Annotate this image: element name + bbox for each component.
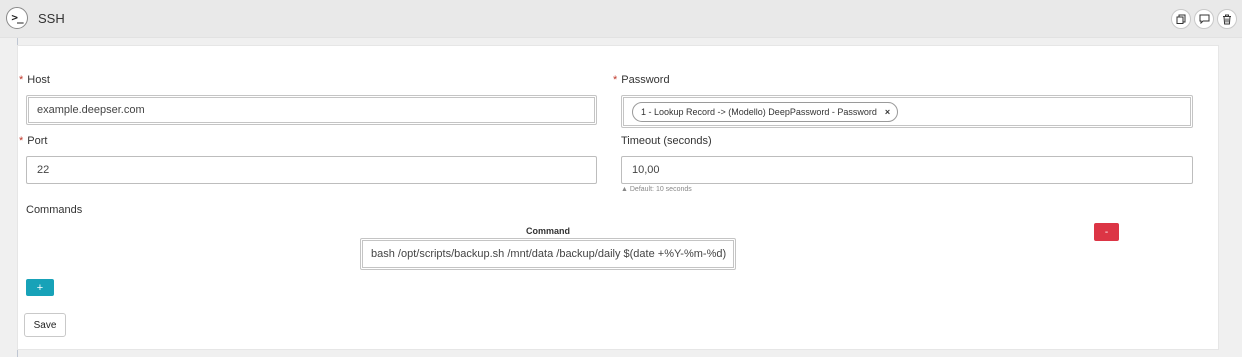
password-lookup-field[interactable]: 1 - Lookup Record -> (Modello) DeepPassw…: [621, 95, 1193, 128]
add-command-button[interactable]: +: [26, 279, 54, 296]
comment-icon: [1199, 14, 1209, 24]
host-value: example.deepser.com: [37, 104, 145, 116]
terminal-icon: >_: [6, 7, 28, 29]
password-label: * Password: [613, 74, 670, 86]
copy-icon: [1176, 14, 1186, 24]
page-title: SSH: [38, 11, 65, 26]
copy-button[interactable]: [1171, 9, 1191, 29]
port-label: * Port: [19, 135, 48, 147]
save-button[interactable]: Save: [24, 313, 66, 337]
port-input[interactable]: 22: [26, 156, 597, 184]
chip-label: 1 - Lookup Record -> (Modello) DeepPassw…: [641, 106, 877, 117]
port-value: 22: [37, 164, 50, 176]
host-label: * Host: [19, 74, 50, 86]
timeout-label: Timeout (seconds): [621, 135, 712, 147]
password-lookup-chip: 1 - Lookup Record -> (Modello) DeepPassw…: [632, 101, 899, 122]
timeout-value: 10,00: [632, 164, 660, 176]
commands-label: Commands: [26, 204, 83, 216]
timeout-hint: ▲ Default: 10 seconds: [621, 186, 692, 193]
remove-command-button[interactable]: -: [1094, 223, 1119, 241]
command-input[interactable]: bash /opt/scripts/backup.sh /mnt/data /b…: [360, 238, 736, 270]
host-input[interactable]: example.deepser.com: [26, 95, 597, 125]
header-bar: >_ SSH: [0, 0, 1242, 38]
chip-remove-icon[interactable]: ×: [885, 107, 890, 117]
command-value: bash /opt/scripts/backup.sh /mnt/data /b…: [371, 248, 727, 260]
command-column-header: Command: [526, 226, 571, 236]
delete-button[interactable]: [1217, 9, 1237, 29]
timeout-input[interactable]: 10,00: [621, 156, 1193, 184]
form-card: [17, 45, 1219, 350]
trash-icon: [1223, 14, 1231, 24]
comment-button[interactable]: [1194, 9, 1214, 29]
